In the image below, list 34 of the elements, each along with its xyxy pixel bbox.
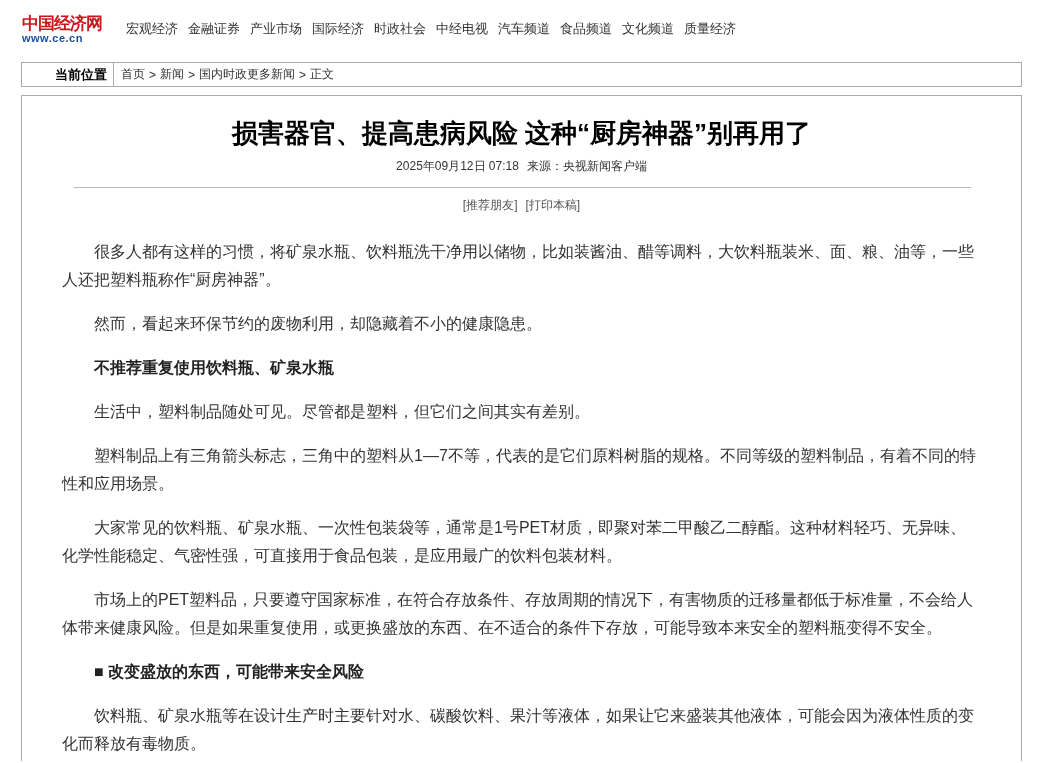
breadcrumb-separator: >	[299, 67, 307, 82]
article-paragraph: 市场上的PET塑料品，只要遵守国家标准，在符合存放条件、存放周期的情况下，有害物质的迁移量都低于标准量，不会给人体带来健康风险。但是如果重复使用，或更换盛放的东西、在不适合的条件下存放，可能导致本来安全的塑料瓶变得不安全。	[62, 590, 975, 638]
article-action-link[interactable]: [推荐朋友]	[462, 197, 518, 214]
section-heading: ■ 改变盛放的东西，可能带来安全风险	[93, 662, 366, 682]
breadcrumb-separator: >	[149, 67, 156, 82]
breadcrumb-link[interactable]: 新闻	[160, 66, 184, 83]
article-source: 来源：央视新闻客户端	[526, 158, 647, 175]
nav-link[interactable]: 食品频道	[560, 20, 612, 38]
nav-link[interactable]: 国际经济	[312, 20, 364, 38]
breadcrumb-link[interactable]: 国内时政更多新闻	[199, 66, 296, 83]
nav-link[interactable]: 汽车频道	[498, 20, 550, 38]
breadcrumb-separator: >	[188, 67, 196, 82]
nav-link[interactable]: 金融证券	[188, 20, 240, 38]
article-paragraph: 生活中，塑料制品随处可见。尽管都是塑料，但它们之间其实有差别。	[93, 402, 591, 422]
article-title: 损害器官、提高患病风险 这种“厨房神器”别再用了	[230, 117, 813, 150]
article-paragraph: 饮料瓶、矿泉水瓶等在设计生产时主要针对水、碳酸饮料、果汁等液体，如果让它来盛装其他液体，可能会因为液体性质的变化而释放有毒物质。	[62, 706, 975, 754]
logo-name[interactable]: 中国经济网	[22, 14, 102, 32]
nav-link[interactable]: 宏观经济	[126, 20, 178, 38]
nav-link[interactable]: 中经电视	[436, 20, 488, 38]
publish-date: 2025年09月12日 07:18	[396, 158, 519, 175]
nav-link[interactable]: 产业市场	[250, 20, 302, 38]
breadcrumb-link[interactable]: 首页	[121, 66, 145, 83]
article-paragraph: 塑料制品上有三角箭头标志，三角中的塑料从1—7不等，代表的是它们原料树脂的规格。不同等级的塑料制品，有着不同的特性和应用场景。	[62, 446, 977, 494]
nav-link[interactable]: 文化频道	[622, 20, 674, 38]
location-label: 当前位置	[22, 63, 114, 86]
logo-url[interactable]: www.ce.cn	[22, 32, 83, 44]
section-heading: 不推荐重复使用饮料瓶、矿泉水瓶	[93, 358, 335, 378]
article-paragraph: 很多人都有这样的习惯，将矿泉水瓶、饮料瓶洗干净用以储物，比如装酱油、醋等调料，大饮料瓶装米、面、粮、油等，一些人还把塑料瓶称作“厨房神器”。	[62, 242, 975, 290]
breadcrumb-current: 正文	[310, 66, 335, 83]
article-paragraph: 大家常见的饮料瓶、矿泉水瓶、一次性包装袋等，通常是1号PET材质，即聚对苯二甲酸乙二醇酯。这种材料轻巧、无异味、化学性能稳定、气密性强，可直接用于食品包装，是应用最广的饮料包装材料。	[62, 518, 967, 566]
nav-link[interactable]: 时政社会	[374, 20, 426, 38]
nav-link[interactable]: 质量经济	[684, 20, 736, 38]
article-paragraph: 然而，看起来环保节约的废物利用，却隐藏着不小的健康隐患。	[93, 314, 543, 334]
article-action-link[interactable]: [打印本稿]	[525, 197, 581, 214]
